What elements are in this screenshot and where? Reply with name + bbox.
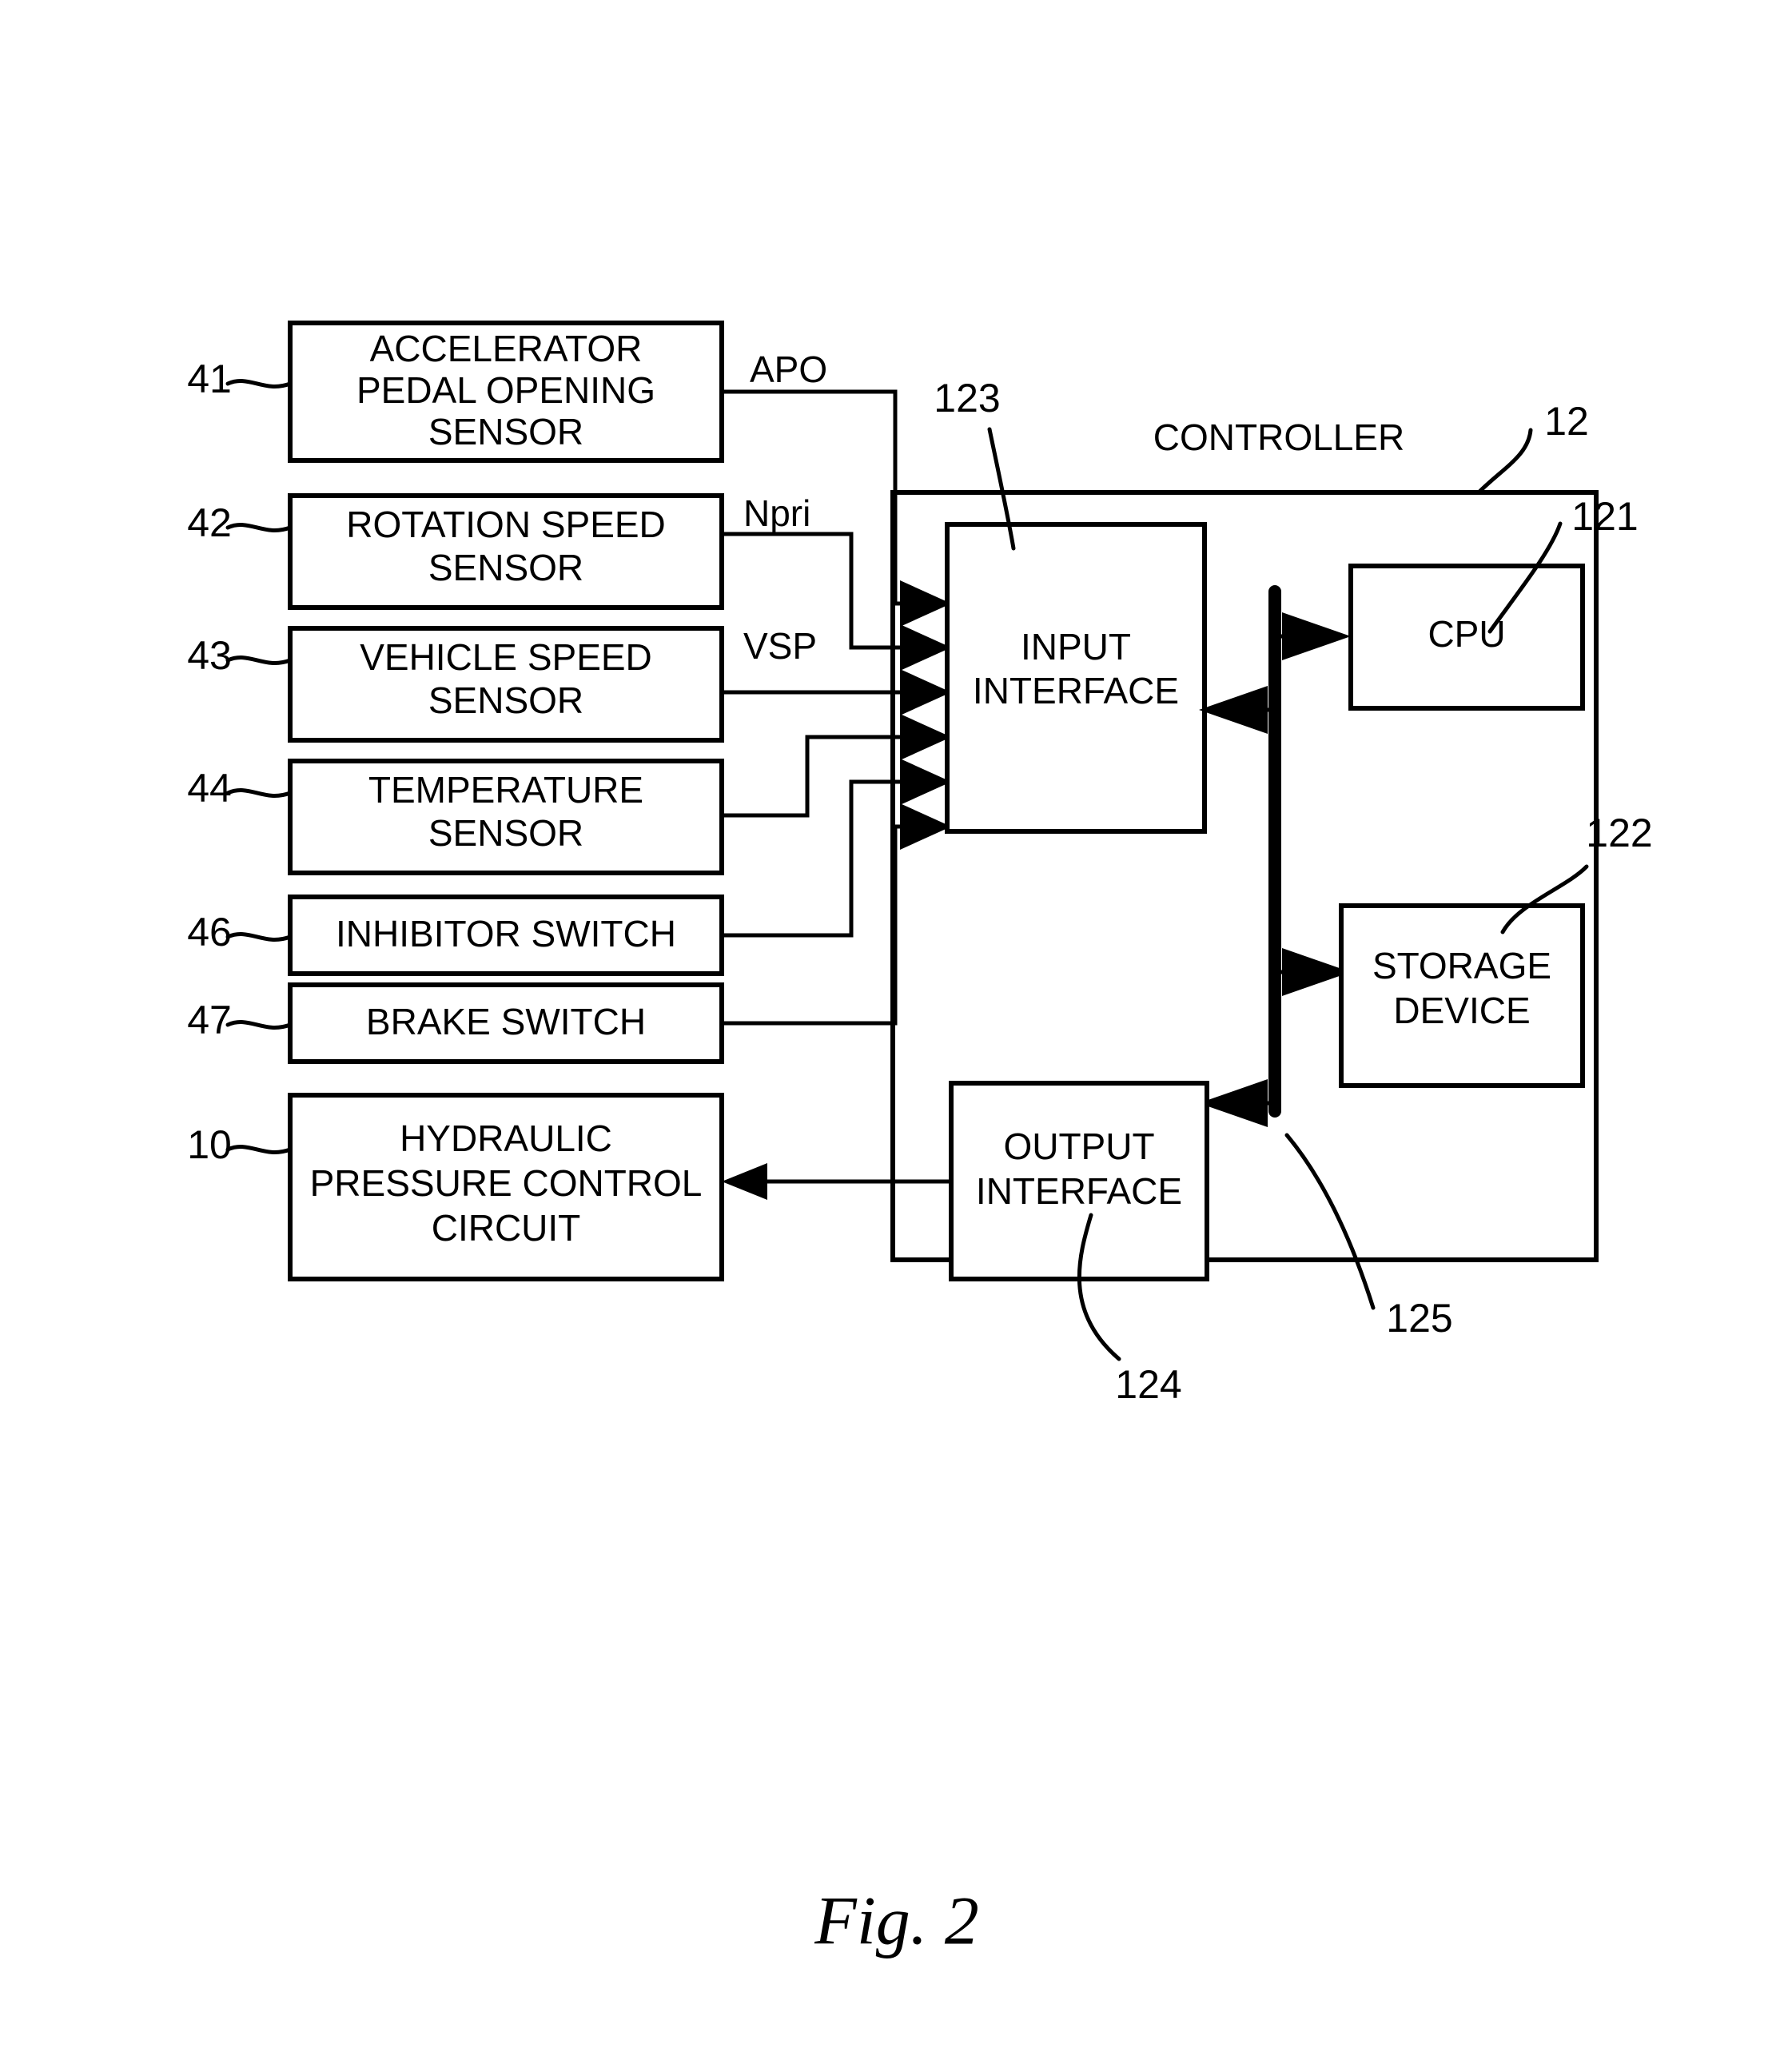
ref-leader-47: 47 <box>187 998 293 1042</box>
ref-leader-46: 46 <box>187 910 293 954</box>
block-label-line: SENSOR <box>428 679 583 721</box>
block-label-line: STORAGE <box>1372 945 1551 986</box>
ref-leader-43: 43 <box>187 633 293 678</box>
block-diagram: ACCELERATOR PEDAL OPENING SENSOR 41 ROTA… <box>187 321 1653 1959</box>
block-cpu: CPU <box>1348 564 1585 711</box>
block-label-line: VEHICLE SPEED <box>360 636 652 678</box>
ref-leader-44: 44 <box>187 766 293 811</box>
ref-leader-42: 42 <box>187 500 293 545</box>
block-storage-device: STORAGE DEVICE <box>1339 903 1585 1088</box>
block-label-line: SENSOR <box>428 411 583 452</box>
wire-temperature <box>722 735 919 818</box>
arrow-bus-to-input-interface <box>1199 686 1275 734</box>
block-brake-switch: BRAKE SWITCH <box>288 982 724 1064</box>
ref-number: 47 <box>187 998 232 1042</box>
block-label-line: INPUT <box>1021 626 1131 667</box>
block-vehicle-speed-sensor: VEHICLE SPEED SENSOR <box>288 626 724 743</box>
ref-leader-12: 12 <box>1476 399 1589 495</box>
ref-number: 125 <box>1386 1296 1452 1341</box>
arrow-bus-to-output-interface <box>1199 1079 1275 1127</box>
wire-output-to-hydraulic <box>722 1163 951 1200</box>
block-label-line: INHIBITOR SWITCH <box>336 913 676 954</box>
ref-number: 43 <box>187 633 232 678</box>
ref-number: 124 <box>1115 1362 1181 1407</box>
ref-number: 122 <box>1586 811 1652 855</box>
ref-number: 44 <box>187 766 232 811</box>
ref-number: 46 <box>187 910 232 954</box>
ref-number: 121 <box>1571 494 1638 539</box>
figure-caption: Fig. 2 <box>814 1883 978 1959</box>
ref-number: 12 <box>1544 399 1589 444</box>
wire-inhibitor <box>722 779 919 938</box>
signal-label-vsp: VSP <box>743 625 817 667</box>
block-label-line: DEVICE <box>1393 990 1530 1031</box>
ref-number: 41 <box>187 357 232 401</box>
wire-brake <box>722 824 919 1026</box>
block-label-line: SENSOR <box>428 547 583 588</box>
block-label-line: CIRCUIT <box>432 1207 581 1249</box>
ref-leader-125: 125 <box>1284 1133 1453 1341</box>
signal-label-apo: APO <box>750 349 827 390</box>
block-label-line: INTERFACE <box>973 670 1179 711</box>
block-label-line: BRAKE SWITCH <box>366 1001 646 1042</box>
block-label-line: CPU <box>1428 613 1505 655</box>
block-input-interface: INPUT INTERFACE <box>945 522 1207 834</box>
block-accelerator-pedal-opening-sensor: ACCELERATOR PEDAL OPENING SENSOR <box>288 321 724 463</box>
block-hydraulic-pressure-control-circuit: HYDRAULIC PRESSURE CONTROL CIRCUIT <box>288 1093 724 1281</box>
block-label-line: HYDRAULIC <box>400 1118 612 1159</box>
signal-label-npri: Npri <box>743 492 810 534</box>
block-output-interface: OUTPUT INTERFACE <box>949 1081 1209 1281</box>
block-rotation-speed-sensor: ROTATION SPEED SENSOR <box>288 493 724 610</box>
arrow-bus-to-cpu <box>1275 612 1351 660</box>
ref-number: 10 <box>187 1122 232 1167</box>
block-label-line: PEDAL OPENING <box>356 369 655 411</box>
block-label-line: SENSOR <box>428 812 583 854</box>
block-label-line: INTERFACE <box>976 1170 1182 1212</box>
block-label-line: TEMPERATURE <box>368 769 643 811</box>
patent-figure-page: ACCELERATOR PEDAL OPENING SENSOR 41 ROTA… <box>0 0 1788 2072</box>
ref-number: 42 <box>187 500 232 545</box>
block-label-line: ACCELERATOR <box>370 328 643 369</box>
ref-number: 123 <box>934 376 1000 420</box>
block-inhibitor-switch: INHIBITOR SWITCH <box>288 895 724 976</box>
block-label-line: OUTPUT <box>1003 1126 1154 1167</box>
ref-leader-41: 41 <box>187 357 293 401</box>
block-temperature-sensor: TEMPERATURE SENSOR <box>288 759 724 875</box>
block-label-line: ROTATION SPEED <box>346 504 666 545</box>
input-arrowheads <box>900 580 951 850</box>
block-label-line: PRESSURE CONTROL <box>310 1162 703 1204</box>
controller-title: CONTROLLER <box>1153 416 1404 458</box>
ref-leader-10: 10 <box>187 1122 293 1167</box>
